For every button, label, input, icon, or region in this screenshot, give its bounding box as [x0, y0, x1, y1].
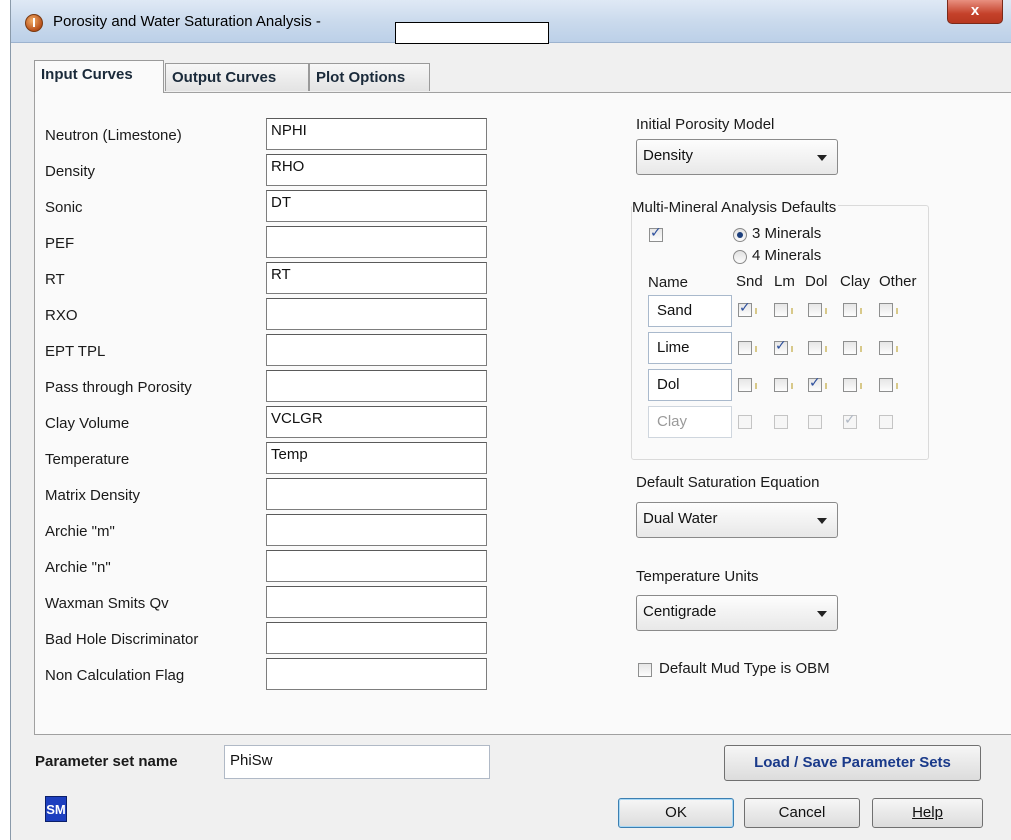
multi-mineral-title: Multi-Mineral Analysis Defaults: [632, 199, 839, 216]
mineral-check-sand-dol[interactable]: [808, 303, 827, 317]
mineral-check-sand-other[interactable]: [879, 303, 898, 317]
curve-label-pef: PEF: [45, 235, 75, 252]
radio-3-minerals[interactable]: [733, 228, 747, 242]
mineral-check-dol-other[interactable]: [879, 378, 898, 392]
curve-field-archie-n[interactable]: [266, 550, 487, 582]
chevron-down-icon: [817, 155, 827, 161]
curve-field-pass-through-porosity[interactable]: [266, 370, 487, 402]
curve-label-pass-through-porosity: Pass through Porosity: [45, 379, 192, 396]
mineral-check-clay-dol[interactable]: [808, 415, 822, 429]
saturation-equation-label: Default Saturation Equation: [636, 474, 820, 491]
temperature-units-select[interactable]: Centigrade: [636, 595, 838, 631]
curve-field-density[interactable]: RHO: [266, 154, 487, 186]
curve-label-sonic: Sonic: [45, 199, 83, 216]
mud-type-obm-checkbox[interactable]: [638, 663, 652, 677]
window-title: Porosity and Water Saturation Analysis -: [53, 13, 321, 30]
tab-plot-options[interactable]: Plot Options: [309, 63, 430, 91]
mineral-check-lime-clay[interactable]: [843, 341, 862, 355]
load-save-parameter-sets-button[interactable]: Load / Save Parameter Sets: [724, 745, 981, 781]
multi-mineral-enable-checkbox[interactable]: [649, 225, 663, 242]
mineral-check-sand-snd[interactable]: [738, 300, 757, 317]
mineral-col-lm: Lm: [774, 273, 795, 290]
curve-field-non-calculation-flag[interactable]: [266, 658, 487, 690]
porosity-model-value: Density: [643, 147, 694, 164]
curve-label-matrix-density: Matrix Density: [45, 487, 141, 504]
curve-field-pef[interactable]: [266, 226, 487, 258]
ok-button[interactable]: OK: [618, 798, 734, 828]
mineral-check-lime-lm[interactable]: [774, 338, 793, 355]
sm-logo-icon[interactable]: SM: [45, 796, 67, 822]
saturation-equation-select[interactable]: Dual Water: [636, 502, 838, 538]
curve-field-rt[interactable]: RT: [266, 262, 487, 294]
curve-field-ept-tpl[interactable]: [266, 334, 487, 366]
curve-field-sonic[interactable]: DT: [266, 190, 487, 222]
curve-field-waxman-smits-qv[interactable]: [266, 586, 487, 618]
porosity-model-select[interactable]: Density: [636, 139, 838, 175]
curve-field-bad-hole-discriminator[interactable]: [266, 622, 487, 654]
mineral-check-clay-lm[interactable]: [774, 415, 788, 429]
curve-field-temperature[interactable]: Temp: [266, 442, 487, 474]
curve-label-waxman-smits-qv: Waxman Smits Qv: [45, 595, 169, 612]
curve-label-rxo: RXO: [45, 307, 78, 324]
curve-label-temperature: Temperature: [45, 451, 130, 468]
cancel-button[interactable]: Cancel: [744, 798, 860, 828]
tab-input-curves[interactable]: Input Curves: [34, 60, 164, 93]
mineral-check-sand-lm[interactable]: [774, 303, 793, 317]
temperature-units-value: Centigrade: [643, 603, 717, 620]
mineral-name-lime[interactable]: Lime: [648, 332, 732, 364]
curve-field-neutron[interactable]: NPHI: [266, 118, 487, 150]
curve-field-archie-m[interactable]: [266, 514, 487, 546]
temperature-units-label: Temperature Units: [636, 568, 759, 585]
curve-label-archie-n: Archie "n": [45, 559, 111, 576]
porosity-model-label: Initial Porosity Model: [636, 116, 775, 133]
curve-label-archie-m: Archie "m": [45, 523, 115, 540]
close-button[interactable]: x: [947, 0, 1003, 24]
mineral-check-dol-dol[interactable]: [808, 375, 827, 392]
curve-field-rxo[interactable]: [266, 298, 487, 330]
mineral-col-dol: Dol: [805, 273, 828, 290]
chevron-down-icon: [817, 611, 827, 617]
chevron-down-icon: [817, 518, 827, 524]
mineral-col-snd: Snd: [736, 273, 763, 290]
mineral-name-clay[interactable]: Clay: [648, 406, 732, 438]
mineral-check-clay-clay[interactable]: [843, 412, 857, 429]
mud-type-obm-label: Default Mud Type is OBM: [659, 660, 830, 677]
curve-label-bad-hole-discriminator: Bad Hole Discriminator: [45, 631, 199, 648]
tab-output-curves[interactable]: Output Curves: [165, 63, 309, 91]
dialog-window: Porosity and Water Saturation Analysis -…: [10, 0, 1011, 840]
mineral-check-clay-snd[interactable]: [738, 415, 752, 429]
mineral-check-sand-clay[interactable]: [843, 303, 862, 317]
mineral-name-dol[interactable]: Dol: [648, 369, 732, 401]
curve-label-neutron: Neutron (Limestone): [45, 127, 182, 144]
mineral-col-other: Other: [879, 273, 917, 290]
curve-field-clay-volume[interactable]: VCLGR: [266, 406, 487, 438]
curve-label-clay-volume: Clay Volume: [45, 415, 130, 432]
curve-field-matrix-density[interactable]: [266, 478, 487, 510]
mineral-check-lime-snd[interactable]: [738, 341, 757, 355]
app-icon: [25, 14, 43, 32]
mineral-check-dol-clay[interactable]: [843, 378, 862, 392]
mineral-check-clay-other[interactable]: [879, 415, 893, 429]
mineral-name-sand[interactable]: Sand: [648, 295, 732, 327]
radio-4-minerals[interactable]: [733, 250, 747, 264]
curve-label-density: Density: [45, 163, 96, 180]
title-well-name-box: [395, 22, 549, 44]
mineral-check-dol-snd[interactable]: [738, 378, 757, 392]
curve-label-rt: RT: [45, 271, 65, 288]
title-bar[interactable]: Porosity and Water Saturation Analysis -…: [11, 0, 1011, 44]
mineral-col-clay: Clay: [840, 273, 871, 290]
mineral-check-lime-other[interactable]: [879, 341, 898, 355]
radio-4-minerals-label: 4 Minerals: [752, 247, 822, 264]
help-button[interactable]: Help: [872, 798, 983, 828]
mineral-name-header: Name: [648, 274, 689, 291]
radio-3-minerals-label: 3 Minerals: [752, 225, 822, 242]
curve-label-ept-tpl: EPT TPL: [45, 343, 106, 360]
parameter-set-label: Parameter set name: [35, 753, 178, 770]
mineral-check-dol-lm[interactable]: [774, 378, 793, 392]
saturation-equation-value: Dual Water: [643, 510, 718, 527]
curve-label-non-calculation-flag: Non Calculation Flag: [45, 667, 185, 684]
mineral-check-lime-dol[interactable]: [808, 341, 827, 355]
parameter-set-input[interactable]: PhiSw: [224, 745, 490, 779]
